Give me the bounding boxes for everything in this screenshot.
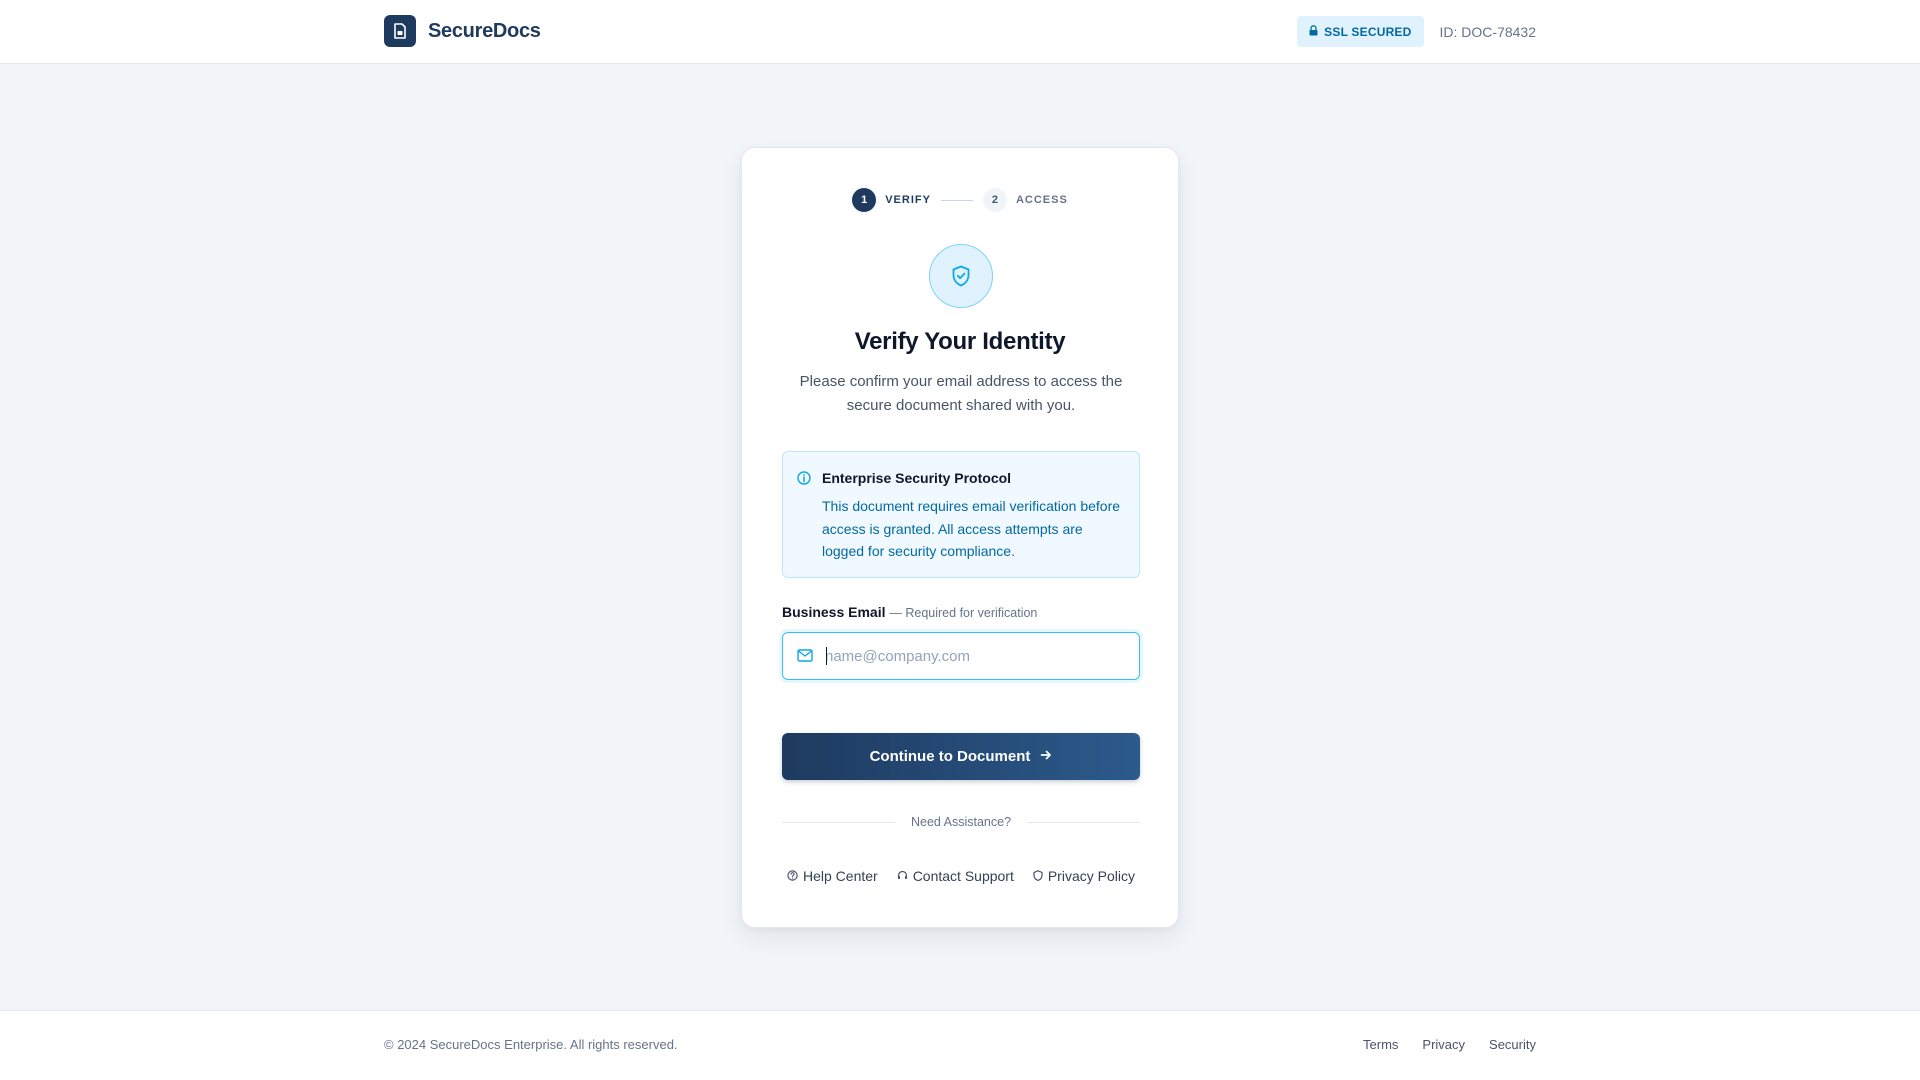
assistance-heading: Need Assistance? [910,815,1012,829]
step-label: VERIFY [885,194,931,206]
notice-title: Enterprise Security Protocol [822,470,1012,486]
headset-icon [897,868,908,884]
continue-button[interactable]: Continue to Document [782,733,1140,780]
divider-line [1027,821,1140,823]
brand[interactable]: SecureDocs [384,15,541,47]
step-verify: 1 VERIFY [852,188,931,212]
info-icon [797,471,811,490]
email-label-text: Business Email [782,604,886,620]
help-icon [787,868,798,884]
page-subtitle: Please confirm your email address to acc… [799,373,1123,414]
help-center-label: Help Center [803,868,878,884]
contact-support-label: Contact Support [912,868,1014,884]
footer-link-terms[interactable]: Terms [1363,1037,1398,1052]
shield-icon [1033,868,1043,884]
notice-text: This document requires email verificatio… [822,498,1121,559]
ssl-badge-label: SSL SECURED [1324,24,1412,39]
contact-support-link[interactable]: Contact Support [897,868,1014,884]
continue-button-label: Continue to Document [869,748,1031,765]
help-links: Help Center Contact Support Privacy Poli… [782,868,1140,884]
brand-name: SecureDocs [428,19,541,42]
page-title: Verify Your Identity [854,328,1066,355]
ssl-badge: SSL SECURED [1297,16,1424,47]
step-label: ACCESS [1015,194,1068,206]
shield-icon [929,244,993,308]
divider-line [782,821,895,823]
email-label-hint: — Required for verification [889,606,1038,620]
privacy-policy-link[interactable]: Privacy Policy [1033,868,1135,884]
help-center-link[interactable]: Help Center [787,868,878,884]
mail-icon [797,649,813,667]
page-footer: © 2024 SecureDocs Enterprise. All rights… [0,1010,1920,1080]
email-label: Business Email — Required for verificati… [782,604,1037,620]
step-number: 2 [982,188,1007,212]
arrow-right-icon [1040,748,1052,765]
document-id: ID: DOC-78432 [1439,23,1536,40]
footer-link-privacy[interactable]: Privacy [1422,1037,1465,1052]
verification-card: 1 VERIFY 2 ACCESS Verify Your Identity P… [741,147,1179,928]
lock-icon [1309,24,1318,39]
footer-links: Terms Privacy Security [1363,1037,1536,1052]
security-notice: Enterprise Security Protocol This docume… [782,451,1140,578]
email-field[interactable] [782,632,1140,680]
copyright-text: © 2024 SecureDocs Enterprise. All rights… [384,1037,678,1052]
privacy-policy-label: Privacy Policy [1047,868,1135,884]
footer-link-security[interactable]: Security [1489,1037,1536,1052]
step-number: 1 [852,188,877,212]
stepper: 1 VERIFY 2 ACCESS [742,188,1178,212]
step-connector [940,199,973,201]
file-lock-icon [384,15,416,47]
step-access: 2 ACCESS [982,188,1068,212]
email-input[interactable] [825,634,1131,678]
top-header: SecureDocs SSL SECURED ID: DOC-78432 [0,0,1920,64]
assistance-divider: Need Assistance? [782,815,1140,829]
text-caret [826,647,827,665]
